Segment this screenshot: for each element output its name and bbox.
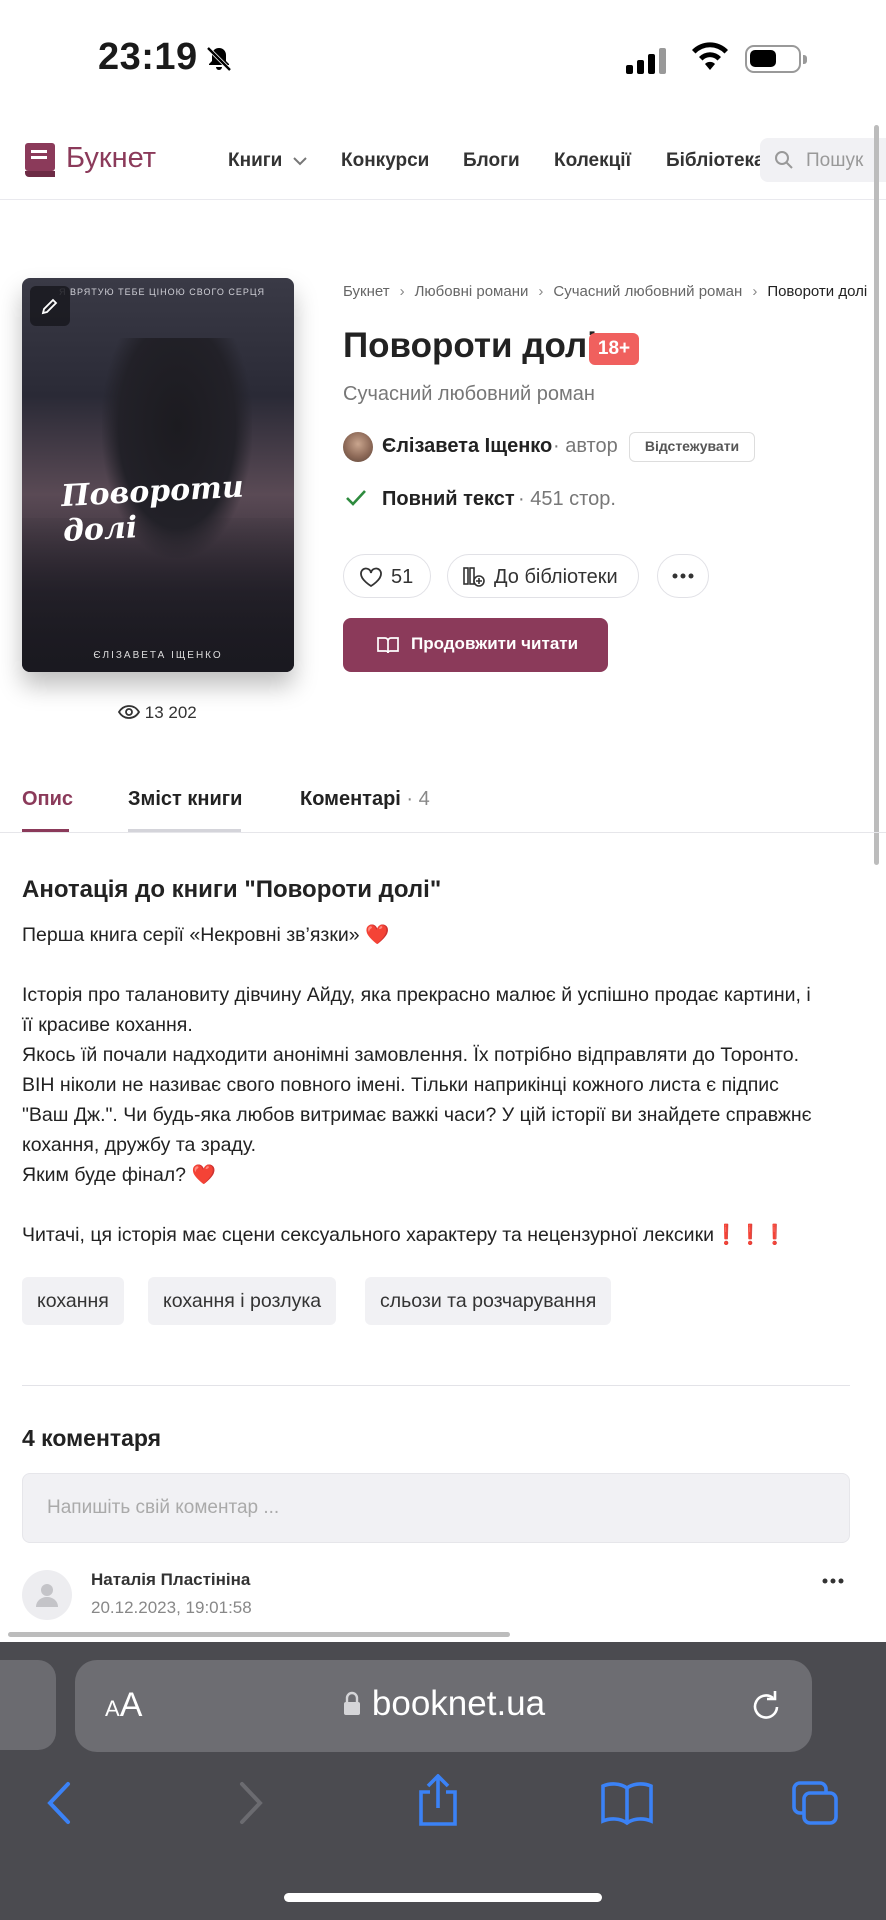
annotation-line: ВІН ніколи не називає свого повного імен… — [22, 1074, 779, 1096]
url-display[interactable]: booknet.ua — [75, 1684, 812, 1724]
avatar[interactable] — [22, 1570, 72, 1620]
tab-comments-count: · 4 — [406, 788, 430, 810]
tab-comments[interactable]: Коментарі · 4 — [300, 788, 430, 811]
search-icon — [775, 151, 793, 169]
views-count: 13 202 — [117, 703, 197, 723]
age-rating-badge: 18+ — [589, 333, 639, 365]
tabs-icon[interactable] — [790, 1780, 840, 1828]
author-name[interactable]: Єлізавета Іщенко — [382, 435, 552, 458]
nav-books-label: Книги — [228, 150, 283, 171]
tabs-divider — [0, 832, 886, 833]
search-input[interactable]: Пошук — [760, 138, 886, 182]
tab-contents[interactable]: Зміст книги — [128, 788, 242, 811]
annotation-line: Читачі, ця історія має сцени сексуальног… — [22, 1224, 787, 1246]
book-genre[interactable]: Сучасний любовний роман — [343, 383, 595, 406]
previous-tab-preview[interactable] — [0, 1660, 56, 1750]
book-status: Повний текст — [382, 488, 515, 510]
comment-date: 20.12.2023, 19:01:58 — [91, 1598, 252, 1617]
book-pages: · 451 стор. — [518, 488, 616, 510]
tag[interactable]: сльози та розчарування — [365, 1277, 612, 1325]
annotation-line: Перша книга серії «Некровні зв’язки» ❤️ — [22, 924, 390, 946]
views-value: 13 202 — [144, 703, 197, 722]
address-bar[interactable]: AA booknet.ua — [75, 1660, 812, 1752]
comment-input[interactable]: Напишіть свій коментар ... — [22, 1473, 850, 1543]
back-icon[interactable] — [44, 1780, 74, 1826]
annotation-line: Якось їй почали надходити анонімні замов… — [22, 1044, 800, 1066]
header-divider — [0, 199, 886, 200]
heart-icon — [360, 567, 382, 588]
breadcrumb-item[interactable]: Любовні романи — [415, 283, 529, 300]
continue-reading-button[interactable]: Продовжити читати — [343, 618, 608, 672]
nav-books[interactable]: Книги — [228, 150, 308, 172]
user-icon — [36, 1584, 58, 1607]
url-text: booknet.ua — [371, 1684, 546, 1723]
search-placeholder: Пошук — [806, 150, 864, 171]
bell-muted-icon — [206, 46, 232, 72]
comment-more-icon[interactable] — [822, 1578, 844, 1584]
bookmarks-icon[interactable] — [600, 1780, 654, 1826]
annotation-title: Анотація до книги "Повороти долі" — [22, 876, 442, 903]
author-avatar[interactable] — [343, 432, 373, 462]
tag[interactable]: кохання — [22, 1277, 124, 1325]
home-indicator — [284, 1893, 602, 1902]
annotation-line: кохання, дружбу та зраду. — [22, 1134, 257, 1156]
more-dots-icon — [672, 573, 694, 579]
book-cover[interactable]: Я ВРЯТУЮ ТЕБЕ ЦІНОЮ СВОГО СЕРЦЯ Повороти… — [22, 278, 294, 672]
like-button[interactable]: 51 — [343, 554, 431, 598]
comment-author[interactable]: Наталія Пластініна — [91, 1570, 250, 1590]
cover-author: ЄЛІЗАВЕТА ІЩЕНКО — [93, 650, 223, 661]
logo-text[interactable]: Букнет — [66, 142, 156, 175]
book-title: Повороти долі — [343, 326, 597, 365]
more-options-button[interactable] — [657, 554, 709, 598]
annotation-line: її красиве кохання. — [22, 1014, 193, 1036]
annotation-line: Історія про талановиту дівчину Айду, яка… — [22, 984, 811, 1006]
horizontal-scrollbar[interactable] — [8, 1632, 510, 1637]
lock-icon — [343, 1691, 360, 1715]
continue-reading-label: Продовжити читати — [411, 634, 579, 653]
breadcrumb: Букнет › Любовні романи › Сучасний любовний … — [343, 283, 868, 300]
pencil-icon — [41, 298, 58, 315]
tab-comments-label: Коментарі — [300, 788, 401, 810]
booknet-logo-icon[interactable] — [22, 141, 58, 179]
library-label: До бібліотеки — [494, 566, 618, 588]
chevron-down-icon — [292, 157, 307, 166]
nav-blogs[interactable]: Блоги — [463, 150, 520, 172]
cover-title: Повороти долі — [60, 469, 245, 550]
status-time: 23:19 — [98, 36, 198, 78]
add-to-library-button[interactable]: До бібліотеки — [447, 554, 639, 598]
comment-placeholder: Напишіть свій коментар ... — [47, 1497, 280, 1518]
open-book-icon — [377, 637, 399, 654]
section-divider — [22, 1385, 850, 1386]
breadcrumb-current: Повороти долі — [767, 283, 868, 300]
follow-button[interactable]: Відстежувати — [629, 432, 755, 462]
breadcrumb-item[interactable]: Букнет — [343, 283, 390, 300]
wifi-icon — [692, 42, 728, 70]
breadcrumb-item[interactable]: Сучасний любовний роман — [553, 283, 742, 300]
tab-indicator — [128, 829, 241, 832]
nav-library[interactable]: Бібліотека — [666, 150, 765, 172]
forward-icon[interactable] — [236, 1780, 266, 1826]
eye-icon — [117, 705, 141, 719]
nav-contests[interactable]: Конкурси — [341, 150, 429, 172]
annotation-line: "Ваш Дж.". Чи будь-яка любов витримає ва… — [22, 1104, 812, 1126]
reload-icon[interactable] — [748, 1688, 784, 1724]
likes-count: 51 — [391, 566, 414, 588]
check-icon — [346, 490, 366, 506]
nav-collections[interactable]: Колекції — [554, 150, 631, 172]
comments-title: 4 коментаря — [22, 1425, 162, 1451]
cell-signal-icon — [626, 48, 670, 74]
battery-icon — [745, 45, 807, 73]
tag[interactable]: кохання і розлука — [148, 1277, 337, 1325]
annotation-body: Перша книга серії «Некровні зв’язки» ❤️ … — [22, 920, 862, 1250]
author-role: · автор — [553, 435, 618, 457]
share-icon[interactable] — [415, 1774, 461, 1828]
library-add-icon — [463, 567, 485, 587]
annotation-line: Яким буде фінал? ❤️ — [22, 1164, 216, 1186]
edit-cover-button[interactable] — [30, 286, 70, 326]
tab-description[interactable]: Опис — [22, 788, 73, 811]
vertical-scrollbar[interactable] — [874, 125, 879, 865]
active-tab-indicator — [22, 829, 69, 832]
cover-tagline: Я ВРЯТУЮ ТЕБЕ ЦІНОЮ СВОГО СЕРЦЯ — [58, 287, 265, 297]
